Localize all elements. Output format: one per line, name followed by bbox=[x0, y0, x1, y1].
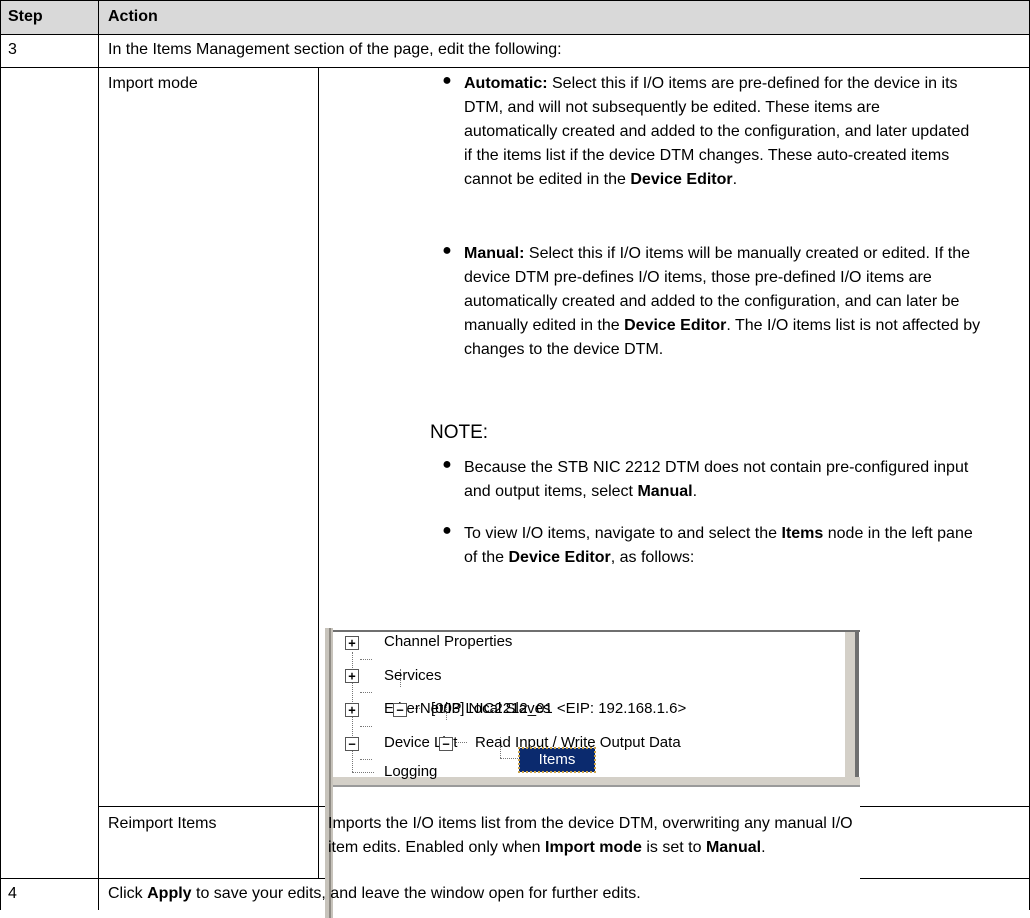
grid-line bbox=[318, 67, 319, 878]
note-text-2: To view I/O items, navigate to and selec… bbox=[464, 522, 1020, 570]
tree-connector bbox=[500, 758, 518, 759]
text-line: DTM, and will not subsequently be edited… bbox=[464, 99, 880, 116]
text-line: automatically created and added to the c… bbox=[464, 123, 970, 140]
text-line: is set to bbox=[641, 839, 706, 856]
tree-frame-edge bbox=[855, 632, 859, 777]
text-line: node in the left pane bbox=[823, 525, 973, 542]
reimport-items-label: Reimport Items bbox=[108, 815, 217, 832]
grid-line bbox=[98, 0, 99, 910]
collapse-toggle-icon[interactable]: − bbox=[345, 737, 359, 751]
step-intro: In the Items Management section of the p… bbox=[108, 41, 562, 58]
text-line: cannot be edited in the bbox=[464, 171, 631, 188]
text-line: changes to the device DTM. bbox=[464, 341, 664, 358]
items-term: Items bbox=[781, 525, 824, 542]
tree-item-nic2212[interactable]: [003] NIC2212_01 <EIP: 192.168.1.6> bbox=[431, 699, 686, 719]
header-action: Action bbox=[108, 8, 158, 25]
tree-connector bbox=[360, 659, 372, 660]
import-mode-term: Import mode bbox=[545, 839, 642, 856]
text-line: . bbox=[732, 171, 738, 188]
text-line: Click bbox=[108, 885, 148, 902]
text-line: item edits. Enabled only when bbox=[328, 839, 546, 856]
tree-item-logging[interactable]: Logging bbox=[384, 762, 437, 782]
note-text-1: Because the STB NIC 2212 DTM does not co… bbox=[464, 456, 1020, 504]
device-editor-term: Device Editor bbox=[624, 317, 727, 334]
text-line: and output items, select bbox=[464, 483, 638, 500]
tree-frame-edge bbox=[329, 628, 331, 918]
bullet-dot: ● bbox=[442, 456, 452, 473]
text-line: Imports the I/O items list from the devi… bbox=[328, 815, 853, 832]
tree-connector bbox=[360, 692, 372, 693]
text-line: Select this if I/O items are pre-defined… bbox=[547, 75, 958, 92]
procedure-table: Step Action 3 In the Items Management se… bbox=[0, 0, 1030, 918]
manual-text: Manual: Select this if I/O items will be… bbox=[464, 242, 1020, 362]
tree-item-services[interactable]: Services bbox=[384, 666, 442, 686]
device-editor-term: Device Editor bbox=[630, 171, 733, 188]
reimport-items-description: Imports the I/O items list from the devi… bbox=[328, 812, 1024, 860]
grid-line bbox=[0, 0, 1, 910]
text-line: Because the STB NIC 2212 DTM does not co… bbox=[464, 459, 969, 476]
collapse-toggle-icon[interactable]: − bbox=[439, 737, 453, 751]
note-title: NOTE: bbox=[430, 422, 489, 443]
header-step: Step bbox=[8, 8, 43, 25]
text-line: . The I/O items list is not affected by bbox=[726, 317, 981, 334]
step-number: 3 bbox=[8, 41, 17, 58]
text-line: automatically created and added to the c… bbox=[464, 293, 960, 310]
tree-connector bbox=[360, 759, 372, 760]
bullet-dot: ● bbox=[442, 522, 452, 539]
expand-toggle-icon[interactable]: + bbox=[345, 636, 359, 650]
text-line: manually edited in the bbox=[464, 317, 625, 334]
grid-line bbox=[0, 67, 1030, 68]
text-line: To view I/O items, navigate to and selec… bbox=[464, 525, 782, 542]
manual-term: Manual bbox=[705, 839, 762, 856]
text-line: device DTM pre-defines I/O items, those … bbox=[464, 269, 932, 286]
import-mode-label: Import mode bbox=[108, 75, 198, 92]
tree-connector bbox=[352, 772, 374, 773]
tree-item-channel-properties[interactable]: Channel Properties bbox=[384, 632, 512, 652]
expand-toggle-icon[interactable]: + bbox=[345, 703, 359, 717]
step-4-text: Click Apply to save your edits, and leav… bbox=[108, 882, 641, 906]
automatic-text: Automatic: Select this if I/O items are … bbox=[464, 72, 1020, 192]
device-editor-term: Device Editor bbox=[508, 549, 611, 566]
grid-line bbox=[0, 34, 1030, 35]
apply-term: Apply bbox=[147, 885, 192, 902]
text-line: of the bbox=[464, 549, 509, 566]
text-line: Select this if I/O items will be manuall… bbox=[524, 245, 970, 262]
tree-connector bbox=[360, 726, 372, 727]
text-line: . bbox=[692, 483, 698, 500]
automatic-term: Automatic: bbox=[464, 75, 548, 92]
collapse-toggle-icon[interactable]: − bbox=[393, 703, 407, 717]
text-line: , as follows: bbox=[610, 549, 695, 566]
expand-toggle-icon[interactable]: + bbox=[345, 669, 359, 683]
bullet-dot: ● bbox=[442, 72, 452, 89]
tree-item-items-selected[interactable]: Items bbox=[518, 747, 596, 773]
text-line: if the items list if the device DTM chan… bbox=[464, 147, 950, 164]
tree-scrollbar[interactable] bbox=[845, 632, 855, 777]
grid-line bbox=[0, 0, 1030, 1]
text-line: to save your edits, and leave the window… bbox=[191, 885, 641, 902]
manual-term: Manual: bbox=[464, 245, 525, 262]
bullet-dot: ● bbox=[442, 242, 452, 259]
manual-term: Manual bbox=[637, 483, 693, 500]
text-line: . bbox=[761, 839, 766, 856]
tree-frame-edge bbox=[333, 785, 860, 787]
step-number: 4 bbox=[8, 885, 17, 902]
